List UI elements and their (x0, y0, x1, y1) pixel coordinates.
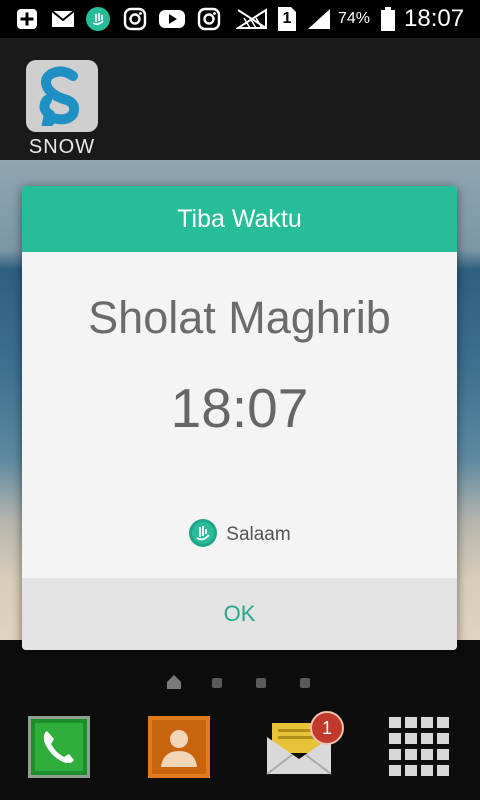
ok-button[interactable]: OK (22, 578, 457, 650)
instagram-icon (122, 6, 148, 32)
salaam-notification-icon (84, 6, 112, 32)
phone-app-icon[interactable] (26, 714, 92, 780)
dialog-app-source: Salaam (22, 518, 457, 553)
page-dot[interactable] (212, 678, 222, 688)
prayer-name: Sholat Maghrib (88, 292, 391, 343)
signal-strength-icon (306, 6, 332, 32)
page-dot[interactable] (256, 678, 266, 688)
page-indicator (0, 672, 480, 692)
snow-logo-icon (39, 66, 80, 126)
messages-badge: 1 (310, 711, 344, 745)
dialog-title: Tiba Waktu (22, 186, 457, 252)
contacts-app-icon[interactable] (146, 714, 212, 780)
snow-app-icon[interactable] (26, 60, 98, 132)
salaam-icon (188, 518, 218, 553)
prayer-time-dialog: Tiba Waktu Sholat Maghrib 18:07 Salaam O… (22, 186, 457, 650)
snow-app-label: SNOW (28, 136, 96, 158)
page-dot[interactable] (300, 678, 310, 688)
sim-label: 1 (282, 10, 292, 27)
battery-icon (380, 6, 396, 32)
add-icon (14, 6, 40, 32)
mail-icon (50, 6, 76, 32)
apps-grid-button[interactable] (386, 714, 452, 780)
battery-percent: 74% (338, 10, 371, 27)
instagram-icon (196, 6, 222, 32)
dialog-app-name: Salaam (226, 524, 291, 545)
contacts-icon (148, 716, 210, 778)
youtube-icon (158, 6, 186, 32)
apps-grid-icon (389, 717, 449, 776)
prayer-time: 18:07 (170, 377, 309, 439)
phone-icon (28, 716, 90, 778)
status-bar: 1 74% 18:07 (0, 0, 480, 38)
clock: 18:07 (404, 5, 465, 32)
signal-blocked-icon (236, 6, 268, 32)
home-page-icon[interactable] (166, 674, 182, 695)
